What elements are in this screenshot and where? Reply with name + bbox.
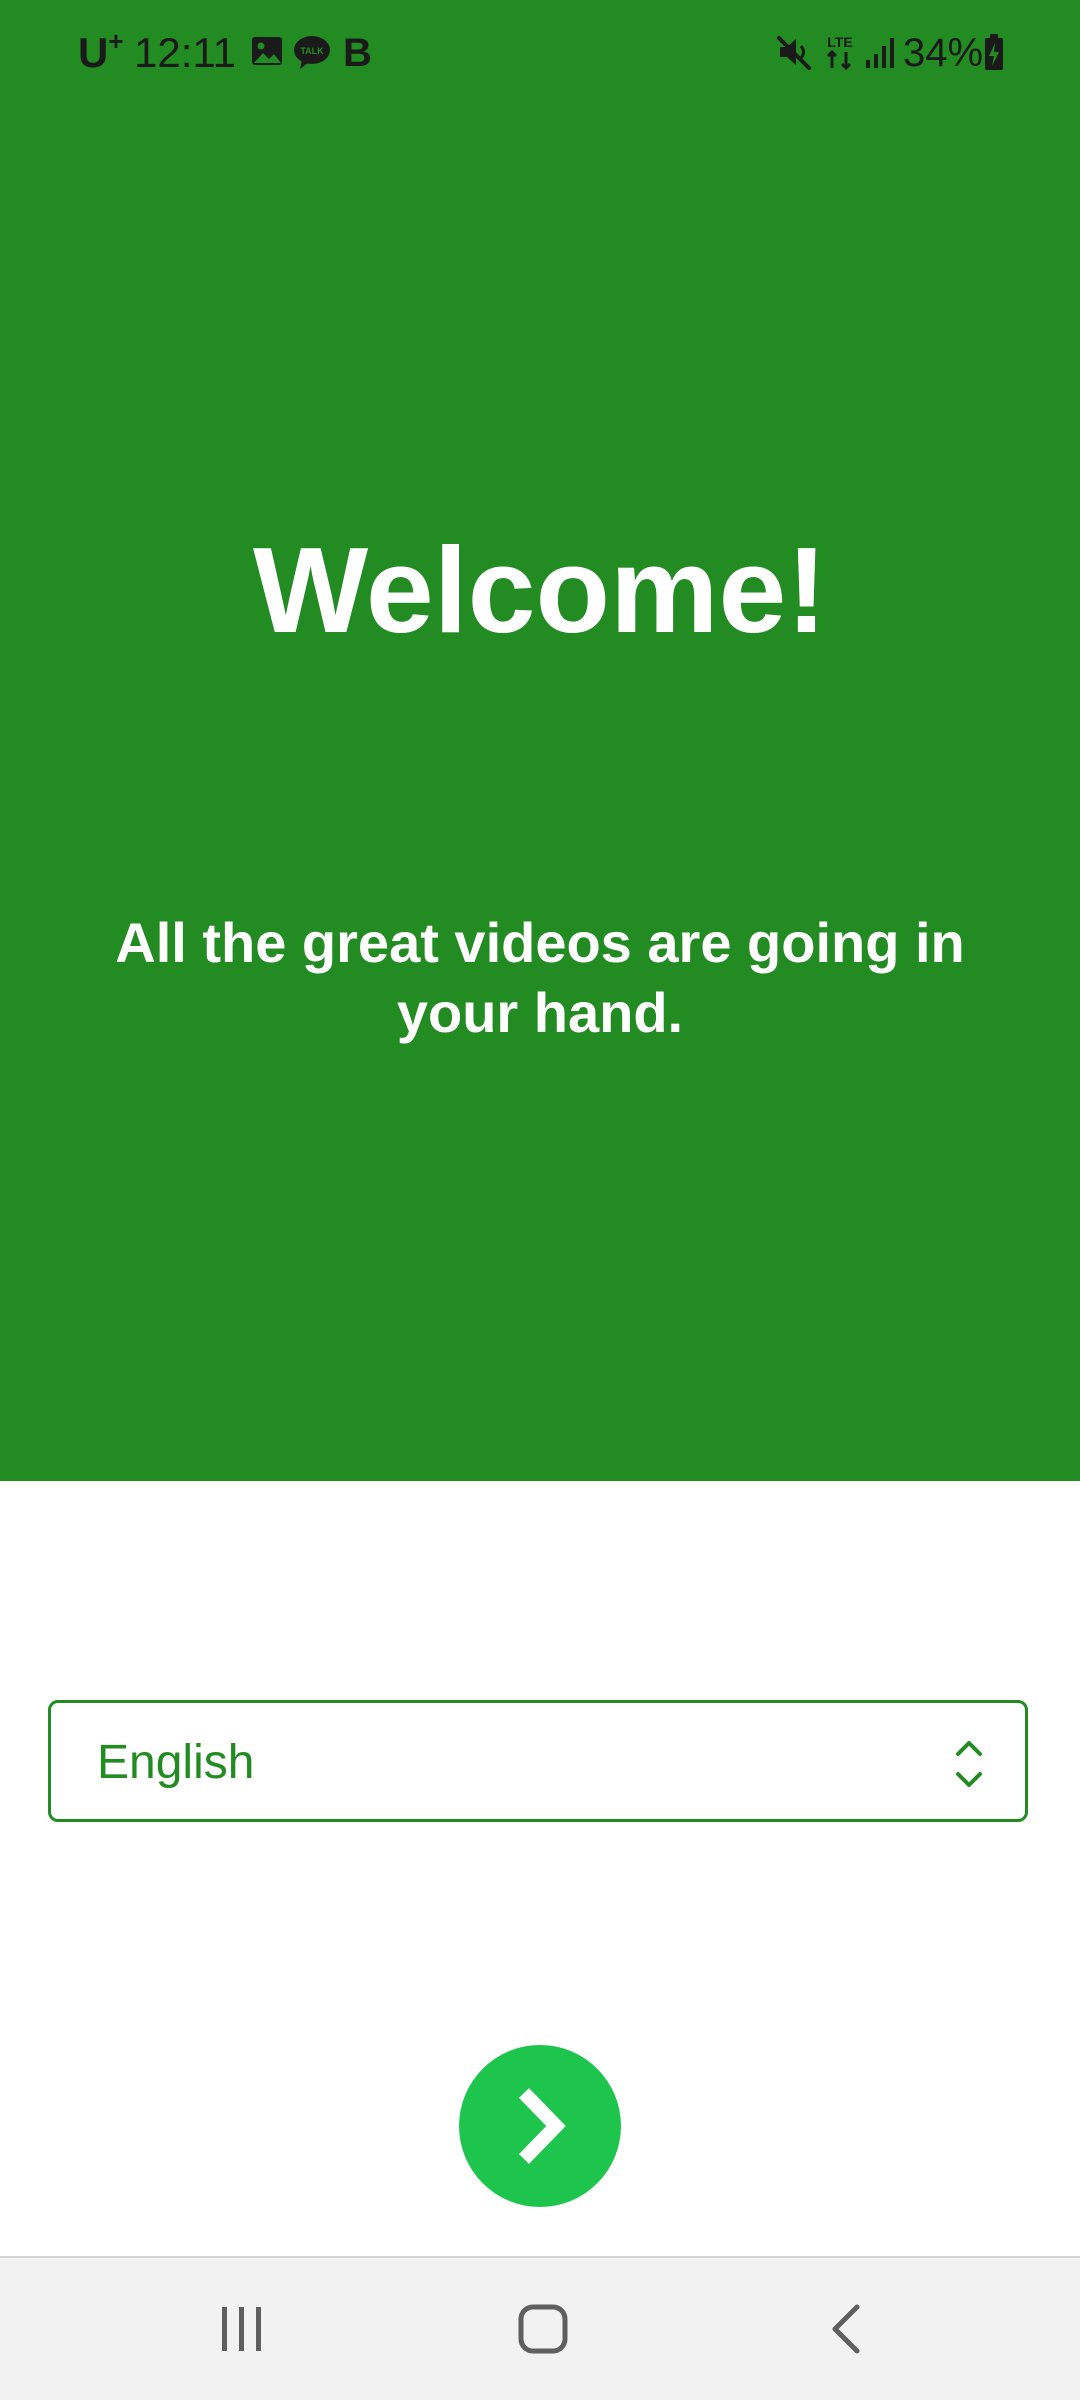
back-button[interactable] — [746, 2258, 946, 2400]
home-button[interactable] — [443, 2258, 643, 2400]
home-icon — [518, 2304, 568, 2354]
back-icon — [832, 2304, 860, 2354]
welcome-title: Welcome! — [252, 522, 828, 658]
status-bar: U+ 12:11 TALK B LTE 34% — [0, 0, 1080, 105]
chevron-up-down-icon — [956, 1741, 982, 1787]
welcome-subtitle: All the great videos are going in your h… — [115, 911, 965, 1044]
image-icon — [252, 37, 282, 65]
chevron-right-icon — [518, 2088, 566, 2164]
carrier-label: U+ — [78, 26, 124, 76]
status-time: 12:11 — [134, 29, 236, 76]
next-button[interactable] — [459, 2045, 621, 2207]
svg-text:TALK: TALK — [300, 46, 324, 56]
navigation-bar — [0, 2256, 1080, 2400]
svg-text:LTE: LTE — [827, 34, 852, 50]
recent-apps-button[interactable] — [142, 2258, 342, 2400]
lte-icon: LTE — [826, 34, 853, 71]
language-select[interactable]: English — [48, 1700, 1028, 1822]
signal-icon — [866, 38, 894, 68]
battery-charging-icon — [985, 34, 1003, 70]
battery-percent: 34% — [903, 31, 984, 75]
notification-b-label: B — [343, 31, 372, 75]
language-selected-value: English — [97, 1736, 255, 1789]
recent-apps-icon — [222, 2307, 261, 2351]
talk-icon: TALK — [294, 36, 330, 69]
mute-icon — [777, 36, 811, 70]
welcome-hero: U+ 12:11 TALK B LTE 34% Welcome! All the… — [0, 0, 1080, 1481]
